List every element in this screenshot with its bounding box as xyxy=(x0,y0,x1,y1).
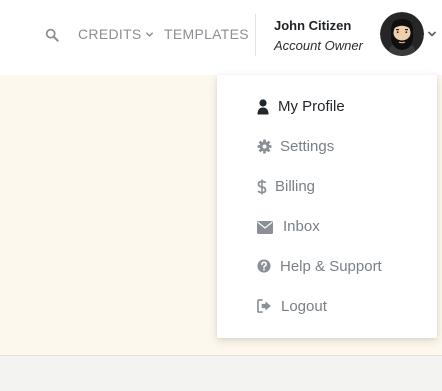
gear-icon xyxy=(257,139,272,154)
menu-item-logout[interactable]: Logout xyxy=(217,289,437,325)
menu-item-billing[interactable]: Billing xyxy=(217,169,437,205)
question-circle-icon xyxy=(257,259,271,273)
envelope-icon xyxy=(257,221,273,234)
dollar-icon xyxy=(257,179,267,195)
credits-label: CREDITS xyxy=(78,26,142,42)
search-icon[interactable] xyxy=(45,28,59,42)
credits-menu[interactable]: CREDITS xyxy=(78,26,154,42)
menu-item-inbox[interactable]: Inbox xyxy=(217,209,437,245)
user-info[interactable]: John Citizen Account Owner xyxy=(274,16,363,56)
user-role: Account Owner xyxy=(274,38,363,53)
menu-item-label: Billing xyxy=(275,178,316,195)
user-icon xyxy=(257,99,269,115)
templates-link[interactable]: TEMPLATES xyxy=(164,26,249,42)
menu-item-settings[interactable]: Settings xyxy=(217,129,437,165)
menu-item-label: Inbox xyxy=(283,218,320,235)
chevron-down-icon xyxy=(145,31,153,37)
sign-out-icon xyxy=(257,299,271,313)
top-navigation-bar: CREDITS TEMPLATES John Citizen Account O… xyxy=(0,0,442,75)
user-dropdown-menu: My Profile Settings Billing Inbox Help &… xyxy=(217,75,437,338)
avatar-image xyxy=(380,12,424,56)
menu-item-label: Settings xyxy=(280,138,335,155)
menu-item-label: My Profile xyxy=(278,98,345,115)
menu-item-my-profile[interactable]: My Profile xyxy=(217,89,437,125)
user-name: John Citizen xyxy=(274,18,352,33)
nav-divider xyxy=(255,14,256,56)
content-divider xyxy=(0,355,442,356)
menu-item-label: Logout xyxy=(281,298,327,315)
chevron-down-icon[interactable] xyxy=(427,29,437,39)
menu-item-help-support[interactable]: Help & Support xyxy=(217,249,437,285)
avatar[interactable] xyxy=(380,12,424,56)
menu-item-label: Help & Support xyxy=(280,258,382,275)
